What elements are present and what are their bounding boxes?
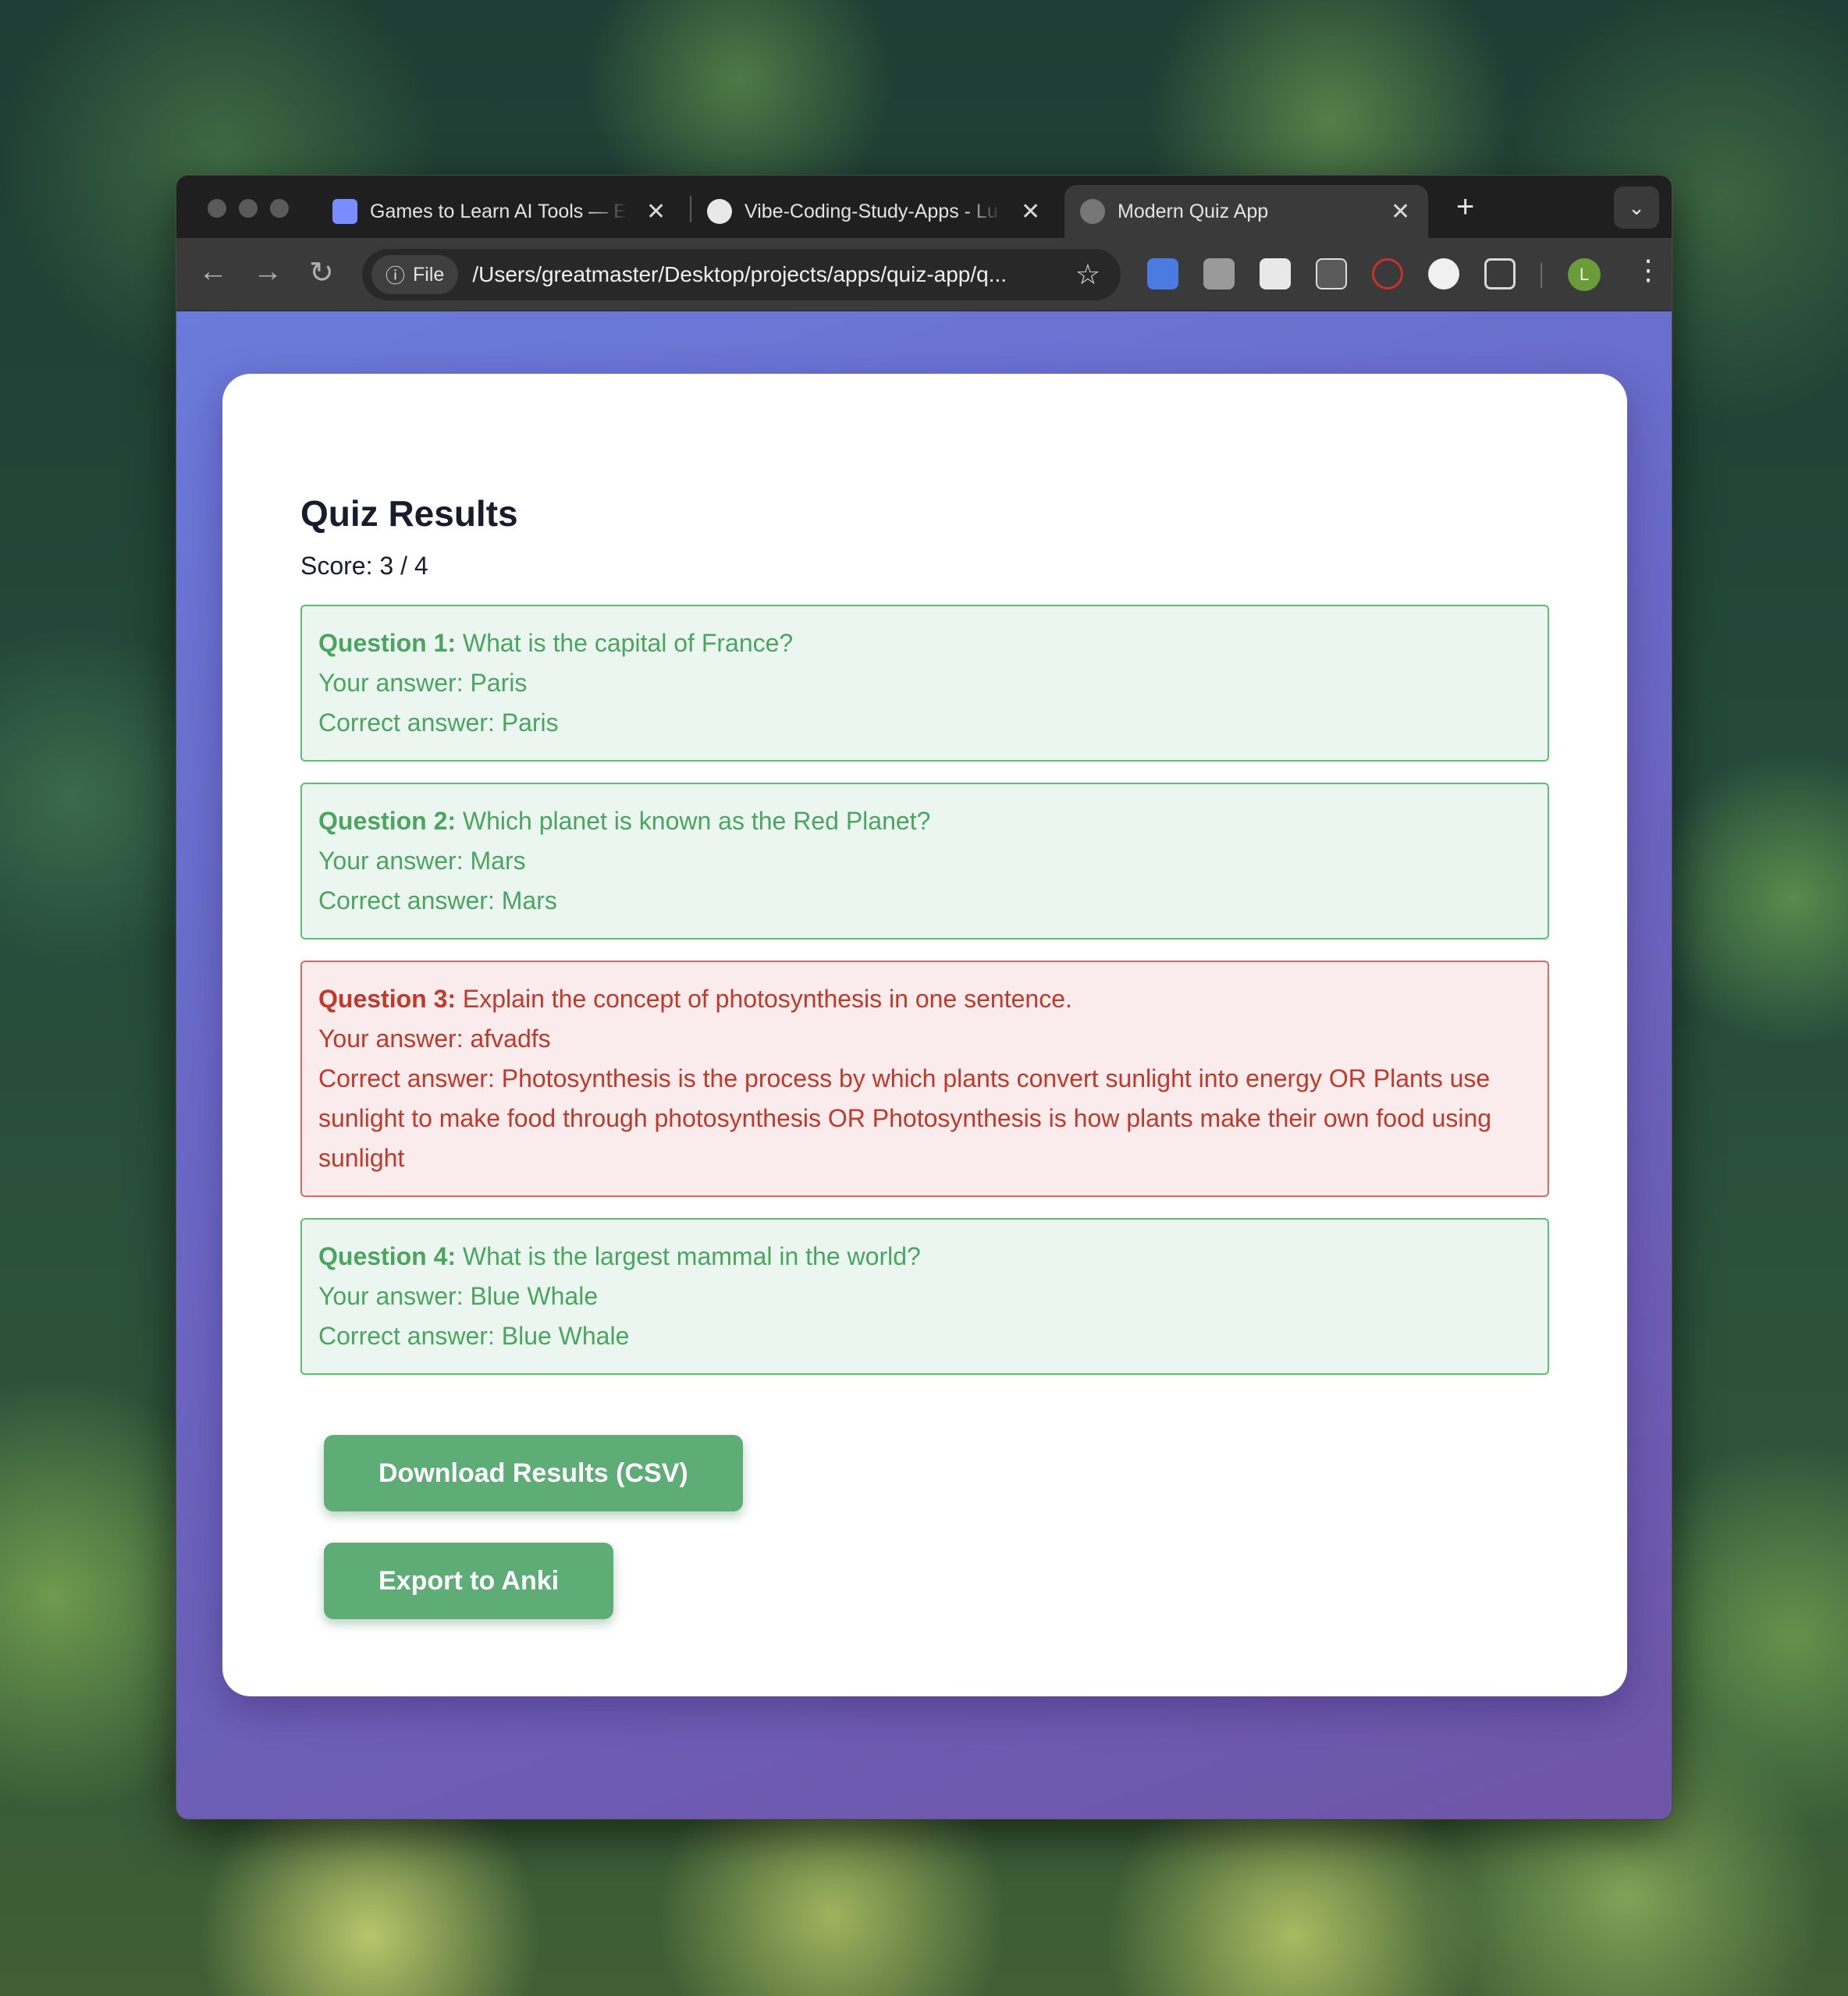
tab-bar: Games to Learn AI Tools — Ex ✕ Vibe-Codi…	[176, 176, 1672, 238]
browser-window: Games to Learn AI Tools — Ex ✕ Vibe-Codi…	[176, 175, 1672, 1820]
page-title: Quiz Results	[300, 493, 518, 534]
info-icon: ⓘ	[386, 265, 406, 287]
score-text: Score: 3 / 4	[300, 552, 428, 580]
globe-favicon-icon	[1080, 199, 1105, 224]
result-item: Question 2: Which planet is known as the…	[300, 783, 1549, 939]
translate-extension-icon[interactable]	[1147, 258, 1178, 289]
export-anki-button[interactable]: Export to Anki	[324, 1543, 614, 1619]
question-label: Question 2:	[318, 807, 457, 835]
question-line: Question 3: Explain the concept of photo…	[318, 979, 1531, 1019]
github-favicon-icon	[707, 199, 732, 224]
result-item: Question 4: What is the largest mammal i…	[300, 1218, 1549, 1375]
z-extension-icon[interactable]	[1203, 258, 1235, 289]
address-bar[interactable]: ⓘ File /Users/greatmaster/Desktop/projec…	[362, 249, 1121, 300]
tab-modern-quiz-app[interactable]: Modern Quiz App ✕	[1064, 185, 1428, 238]
record-extension-icon[interactable]	[1372, 258, 1403, 289]
your-answer: Your answer: Mars	[318, 847, 526, 875]
question-text: Which planet is known as the Red Planet?	[456, 807, 931, 835]
tab-close-icon[interactable]: ✕	[646, 198, 666, 226]
new-tab-button[interactable]: +	[1456, 190, 1474, 225]
your-answer: Your answer: Blue Whale	[318, 1282, 599, 1310]
correct-answer: Correct answer: Photosynthesis is the pr…	[318, 1064, 1492, 1172]
tab-separator	[690, 196, 691, 222]
reload-button[interactable]: ↻	[309, 255, 334, 290]
question-text: What is the capital of France?	[456, 629, 794, 657]
tab-title: Modern Quiz App	[1118, 200, 1269, 222]
copy-extension-icon[interactable]	[1316, 258, 1347, 289]
chevron-down-icon: ⌄	[1628, 195, 1645, 219]
result-item: Question 3: Explain the concept of photo…	[300, 961, 1549, 1197]
profile-avatar[interactable]: L	[1568, 258, 1601, 291]
question-text: Explain the concept of photosynthesis in…	[456, 985, 1072, 1013]
qr-code-extension-icon[interactable]	[1260, 258, 1291, 289]
puzzle-extensions-icon[interactable]	[1484, 258, 1516, 289]
correct-answer: Correct answer: Blue Whale	[318, 1322, 630, 1350]
tab-close-icon[interactable]: ✕	[1021, 198, 1040, 226]
close-window-button[interactable]	[208, 199, 226, 218]
url-text[interactable]: /Users/greatmaster/Desktop/projects/apps…	[472, 262, 1007, 287]
question-line: Question 4: What is the largest mammal i…	[318, 1237, 1531, 1277]
more-menu-icon[interactable]: ⋮	[1634, 254, 1662, 286]
browser-toolbar: ← → ↻ ⓘ File /Users/greatmaster/Desktop/…	[176, 238, 1672, 311]
forward-button[interactable]: →	[253, 255, 283, 289]
question-line: Question 2: Which planet is known as the…	[318, 801, 1531, 841]
question-label: Question 4:	[318, 1242, 457, 1270]
minimize-window-button[interactable]	[239, 199, 258, 218]
correct-answer: Correct answer: Paris	[318, 709, 559, 737]
question-text: What is the largest mammal in the world?	[456, 1242, 921, 1270]
window-controls	[208, 199, 289, 218]
correct-answer: Correct answer: Mars	[318, 886, 557, 915]
toolbar-divider	[1541, 263, 1542, 288]
your-answer: Your answer: Paris	[318, 669, 528, 697]
back-button[interactable]: ←	[198, 255, 228, 289]
download-csv-button[interactable]: Download Results (CSV)	[324, 1435, 743, 1511]
tab-title: Vibe-Coding-Study-Apps - Lu	[745, 200, 998, 222]
question-line: Question 1: What is the capital of Franc…	[318, 623, 1531, 663]
tools-favicon-icon	[332, 199, 357, 224]
results-card: Quiz Results Score: 3 / 4 Question 1: Wh…	[222, 374, 1627, 1696]
zoom-window-button[interactable]	[270, 199, 289, 218]
site-info-chip[interactable]: ⓘ File	[371, 255, 459, 294]
bookmark-star-icon[interactable]: ☆	[1075, 258, 1100, 291]
your-answer: Your answer: afvadfs	[318, 1025, 551, 1053]
question-label: Question 1:	[318, 629, 457, 657]
color-extension-icon[interactable]	[1428, 258, 1459, 289]
result-item: Question 1: What is the capital of Franc…	[300, 605, 1549, 762]
tab-games-to-learn-ai-tools[interactable]: Games to Learn AI Tools — Ex ✕	[332, 185, 691, 238]
site-info-label: File	[413, 263, 445, 286]
question-label: Question 3:	[318, 985, 457, 1013]
tab-title: Games to Learn AI Tools — Ex	[370, 200, 627, 222]
tab-search-button[interactable]: ⌄	[1614, 186, 1659, 229]
page-viewport: Quiz Results Score: 3 / 4 Question 1: Wh…	[176, 311, 1672, 1819]
tab-vibe-coding-study-apps[interactable]: Vibe-Coding-Study-Apps - Lu ✕	[707, 185, 1082, 238]
tab-close-icon[interactable]: ✕	[1391, 198, 1410, 226]
